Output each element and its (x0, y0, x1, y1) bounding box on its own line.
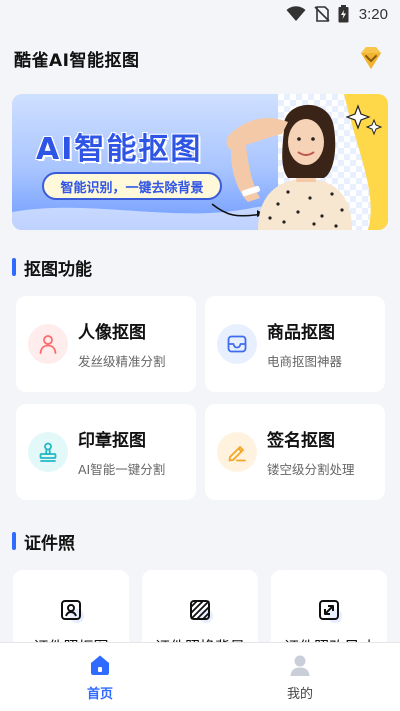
feature-card-portrait-cutout[interactable]: 人像抠图 发丝级精准分割 (16, 296, 196, 392)
promo-banner[interactable]: AI智能抠图 智能识别，一键去除背景 (12, 94, 388, 230)
feature-title: 签名抠图 (267, 431, 335, 451)
banner-title: AI智能抠图 (36, 132, 203, 167)
vip-diamond-icon[interactable] (356, 43, 386, 73)
app-header: 酷雀AI智能抠图 (0, 36, 400, 80)
section-title-id-photo: 证件照 (12, 529, 75, 554)
feature-subtitle: 镂空级分割处理 (267, 462, 355, 477)
section-title-text: 抠图功能 (24, 259, 92, 280)
banner-subtitle-pill: 智能识别，一键去除背景 (42, 172, 222, 200)
profile-icon (290, 655, 310, 676)
feature-card-stamp-cutout[interactable]: 印章抠图 AI智能一键分割 (16, 404, 196, 500)
feature-subtitle: 发丝级精准分割 (78, 354, 166, 369)
feature-title: 人像抠图 (78, 323, 146, 343)
battery-icon (338, 5, 349, 23)
inbox-icon (217, 324, 257, 364)
feature-subtitle: AI智能一键分割 (78, 462, 166, 477)
section-title-text: 证件照 (24, 533, 75, 554)
section-title-features: 抠图功能 (12, 255, 92, 280)
status-bar: 3:20 (0, 0, 400, 28)
feature-subtitle: 电商抠图神器 (267, 354, 343, 369)
nav-item-profile[interactable]: 我的 (200, 643, 400, 711)
woman-illustration (226, 94, 388, 230)
person-icon (28, 324, 68, 364)
id-portrait-icon (61, 600, 84, 623)
nav-item-home[interactable]: 首页 (0, 643, 200, 711)
no-sim-icon (314, 6, 330, 22)
resize-icon (319, 600, 342, 623)
feature-card-signature-cutout[interactable]: 签名抠图 镂空级分割处理 (205, 404, 385, 500)
pattern-icon (190, 600, 213, 623)
status-time: 3:20 (358, 5, 388, 23)
section-accent-bar (12, 258, 16, 276)
wifi-icon (286, 6, 306, 22)
nav-label-profile: 我的 (286, 686, 313, 702)
feature-title: 印章抠图 (78, 431, 146, 451)
app-title: 酷雀AI智能抠图 (14, 50, 140, 71)
home-icon (91, 655, 109, 675)
nav-label-home: 首页 (86, 686, 113, 702)
pen-icon (217, 432, 257, 472)
section-accent-bar (12, 532, 16, 550)
feature-title: 商品抠图 (267, 323, 335, 343)
stamp-icon (28, 432, 68, 472)
bottom-navigation: 首页 我的 (0, 642, 400, 711)
feature-card-product-cutout[interactable]: 商品抠图 电商抠图神器 (205, 296, 385, 392)
